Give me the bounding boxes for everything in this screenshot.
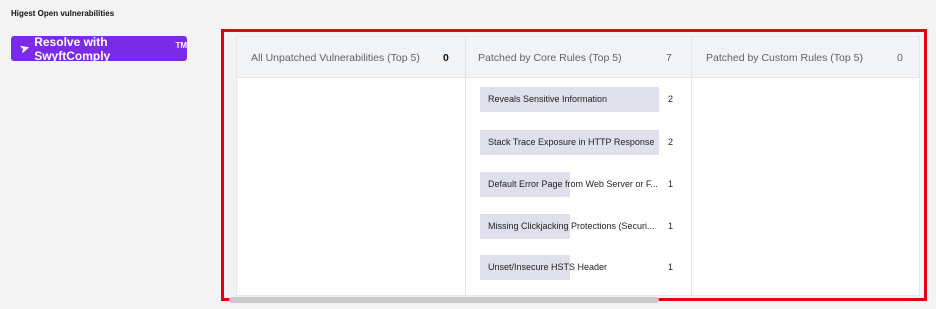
column-divider [919, 37, 920, 296]
resolve-button-label: Resolve with SwyftComply [34, 34, 111, 63]
rule-label: Stack Trace Exposure in HTTP Response [488, 137, 655, 147]
rule-count: 2 [668, 94, 674, 104]
column-divider [465, 37, 466, 295]
column-count: 0 [443, 51, 449, 64]
vulnerabilities-panel: All Unpatched Vulnerabilities (Top 5) 0 … [236, 36, 920, 296]
column-divider [691, 37, 692, 295]
core-rule-row[interactable]: Reveals Sensitive Information 2 [480, 87, 690, 112]
resolve-with-swyftcomply-button[interactable]: ➤ Resolve with SwyftComply TM [11, 34, 187, 63]
rule-count: 1 [668, 179, 674, 189]
rule-count: 1 [668, 262, 674, 272]
column-count: 7 [666, 51, 672, 64]
column-title: Patched by Core Rules (Top 5) [478, 51, 622, 64]
rule-count: 1 [668, 221, 674, 231]
column-title: Patched by Custom Rules (Top 5) [706, 51, 863, 64]
column-header-core-rules[interactable]: Patched by Core Rules (Top 5) 7 [478, 37, 690, 78]
rule-label: Unset/Insecure HSTS Header [488, 262, 608, 272]
core-rule-row[interactable]: Missing Clickjacking Protections (Securi… [480, 214, 690, 239]
column-count: 0 [897, 51, 903, 64]
core-rule-row[interactable]: Unset/Insecure HSTS Header 1 [480, 255, 690, 280]
trademark-mark: TM [175, 41, 187, 50]
horizontal-scrollbar[interactable] [229, 297, 659, 303]
rule-count: 2 [668, 137, 674, 147]
core-rule-row[interactable]: Default Error Page from Web Server or F.… [480, 172, 690, 197]
column-header-custom-rules[interactable]: Patched by Custom Rules (Top 5) 0 [706, 37, 916, 78]
column-title: All Unpatched Vulnerabilities (Top 5) [251, 51, 420, 64]
column-header-unpatched[interactable]: All Unpatched Vulnerabilities (Top 5) 0 [251, 37, 464, 78]
panel-header: All Unpatched Vulnerabilities (Top 5) 0 … [237, 37, 919, 78]
core-rule-row[interactable]: Stack Trace Exposure in HTTP Response 2 [480, 130, 690, 155]
rule-label: Default Error Page from Web Server or F.… [488, 179, 658, 189]
highlight-frame: All Unpatched Vulnerabilities (Top 5) 0 … [221, 29, 927, 303]
section-title: Higest Open vulnerabilities [11, 9, 115, 18]
rule-label: Reveals Sensitive Information [488, 94, 608, 104]
rule-label: Missing Clickjacking Protections (Securi… [488, 221, 655, 231]
rocket-icon: ➤ [18, 41, 31, 56]
